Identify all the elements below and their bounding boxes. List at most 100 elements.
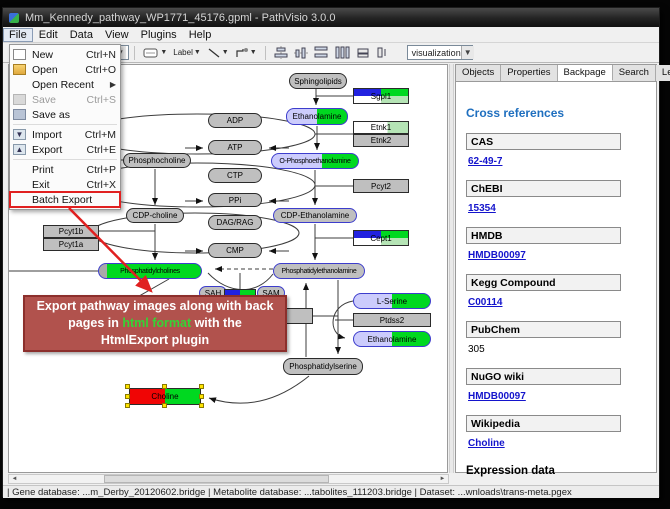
file-menu-open-recent[interactable]: Open Recent ▶ [10, 77, 120, 92]
canvas-sidebar-splitter[interactable] [449, 64, 454, 473]
new-label-button[interactable]: Label ▼ [171, 44, 203, 61]
node-etnk2[interactable]: Etnk2 [353, 134, 409, 147]
menu-edit[interactable]: Edit [33, 28, 64, 42]
selection-handle[interactable] [162, 403, 167, 408]
file-menu-open[interactable]: Open Ctrl+O [10, 62, 120, 77]
selection-handle[interactable] [199, 394, 204, 399]
menu-help[interactable]: Help [183, 28, 218, 42]
scrollbar-thumb[interactable] [104, 475, 329, 483]
node-ethanolamine-top[interactable]: Ethanolamine [286, 108, 348, 125]
xref-link-cas[interactable]: 62-49-7 [468, 156, 502, 167]
node-cdp-ethanolamine[interactable]: CDP-Ethanolamine [273, 208, 357, 223]
node-sphingolipids[interactable]: Sphingolipids [289, 73, 347, 89]
xref-link-wikipedia[interactable]: Choline [468, 438, 505, 449]
file-menu-export[interactable]: ▲ Export Ctrl+E [10, 142, 120, 157]
callout-line2: pages in html format with the [68, 315, 242, 332]
file-menu-new-shortcut: Ctrl+N [86, 49, 116, 61]
save-as-disk-icon [13, 109, 26, 120]
node-phosphatidylethanolamine[interactable]: Phosphatidylethanolamine [273, 263, 365, 279]
visualization-combobox[interactable]: visualization ▼ [407, 45, 473, 60]
selection-handle[interactable] [125, 403, 130, 408]
file-menu-batch-export[interactable]: Batch Export [10, 192, 120, 207]
node-pcyt1a[interactable]: Pcyt1a [43, 238, 99, 251]
node-phosphatidylserine[interactable]: Phosphatidylserine [283, 358, 363, 375]
xref-section-wikipedia: Wikipedia Choline [466, 415, 646, 449]
file-menu-print[interactable]: Print Ctrl+P [10, 162, 120, 177]
xref-section-nugo: NuGO wiki HMDB00097 [466, 368, 646, 402]
node-ppi[interactable]: PPi [208, 193, 262, 207]
node-adp[interactable]: ADP [208, 113, 262, 128]
blank-icon [13, 164, 26, 175]
xref-title: Kegg Compound [466, 274, 621, 291]
callout-line1: Export pathway images along with back [37, 298, 274, 315]
xref-section-pubchem: PubChem 305 [466, 321, 646, 355]
node-pcyt1b[interactable]: Pcyt1b [43, 225, 99, 238]
file-menu-save-as[interactable]: Save as [10, 107, 120, 122]
xref-link-hmdb[interactable]: HMDB00097 [468, 250, 526, 261]
selection-handle[interactable] [199, 403, 204, 408]
node-dag[interactable]: DAG/RAG [208, 215, 262, 230]
distribute-horizontal-button[interactable] [312, 44, 331, 61]
node-l-serine[interactable]: L-Serine [353, 293, 431, 309]
export-icon: ▲ [13, 144, 26, 155]
common-height-button[interactable] [374, 44, 392, 61]
selection-handle[interactable] [125, 394, 130, 399]
node-etnk1[interactable]: Etnk1 [353, 121, 409, 134]
node-sgpl1[interactable]: Sgpl1 [353, 88, 409, 104]
file-menu-save[interactable]: Save Ctrl+S [10, 92, 120, 107]
node-atp[interactable]: ATP [208, 140, 262, 155]
node-ptdss2[interactable]: Ptdss2 [353, 313, 431, 327]
node-phosphocholine[interactable]: Phosphocholine [123, 153, 191, 168]
node-ctp[interactable]: CTP [208, 168, 262, 183]
selection-handle[interactable] [125, 384, 130, 389]
file-menu-import[interactable]: ▼ Import Ctrl+M [10, 127, 120, 142]
node-pisd[interactable] [285, 308, 313, 324]
new-connector-button[interactable]: ▼ [233, 44, 259, 61]
status-text: | Gene database: ...m_Derby_20120602.bri… [7, 487, 572, 498]
new-datanode-button[interactable]: ▼ [141, 44, 169, 61]
menu-file[interactable]: File [3, 28, 33, 42]
scroll-right-icon[interactable]: ► [437, 475, 448, 483]
file-menu-dropdown: New Ctrl+N Open Ctrl+O Open Recent ▶ Sav… [9, 44, 121, 210]
xref-title: Wikipedia [466, 415, 621, 432]
pathvisio-app-icon [9, 13, 19, 23]
file-menu-print-shortcut: Ctrl+P [87, 164, 116, 176]
xref-link-nugo[interactable]: HMDB00097 [468, 391, 526, 402]
tab-backpage[interactable]: Backpage [558, 65, 613, 81]
tab-legend[interactable]: Legend [656, 65, 670, 81]
tab-properties[interactable]: Properties [501, 65, 557, 81]
node-o-phosphoethanolamine[interactable]: O-Phosphoethanolamine [271, 153, 359, 169]
file-menu-exit[interactable]: Exit Ctrl+X [10, 177, 120, 192]
menu-view[interactable]: View [99, 28, 135, 42]
title-bar[interactable]: Mm_Kennedy_pathway_WP1771_45176.gpml - P… [3, 8, 659, 27]
scroll-left-icon[interactable]: ◄ [9, 475, 20, 483]
xref-section-hmdb: HMDB HMDB00097 [466, 227, 646, 261]
canvas-horizontal-scrollbar[interactable]: ◄ ► [8, 474, 449, 484]
file-menu-print-label: Print [32, 164, 79, 176]
datanode-icon [143, 47, 159, 59]
node-pcyt2[interactable]: Pcyt2 [353, 179, 409, 193]
file-menu-batch-export-label: Batch Export [32, 194, 116, 206]
new-line-button[interactable]: ▼ [205, 44, 231, 61]
xref-link-chebi[interactable]: 15354 [468, 203, 496, 214]
node-cmp[interactable]: CMP [208, 243, 262, 258]
menu-plugins[interactable]: Plugins [135, 28, 183, 42]
common-width-button[interactable] [354, 44, 372, 61]
expression-data-heading: Expression data [466, 465, 646, 477]
menu-data[interactable]: Data [64, 28, 99, 42]
node-cdp-choline[interactable]: CDP-choline [126, 208, 184, 223]
align-center-button[interactable] [272, 44, 290, 61]
selection-handle[interactable] [162, 384, 167, 389]
file-menu-save-shortcut: Ctrl+S [87, 94, 116, 106]
file-menu-new[interactable]: New Ctrl+N [10, 47, 120, 62]
xref-section-cas: CAS 62-49-7 [466, 133, 646, 167]
align-middle-button[interactable] [292, 44, 310, 61]
node-cept1[interactable]: Cept1 [353, 230, 409, 246]
xref-link-kegg[interactable]: C00114 [468, 297, 502, 308]
node-ethanolamine-bottom[interactable]: Ethanolamine [353, 331, 431, 347]
tab-search[interactable]: Search [613, 65, 656, 81]
tab-objects[interactable]: Objects [456, 65, 501, 81]
node-phosphatidylcholines[interactable]: Phosphatidylcholines [98, 263, 202, 279]
distribute-vertical-button[interactable] [333, 44, 352, 61]
selection-handle[interactable] [199, 384, 204, 389]
